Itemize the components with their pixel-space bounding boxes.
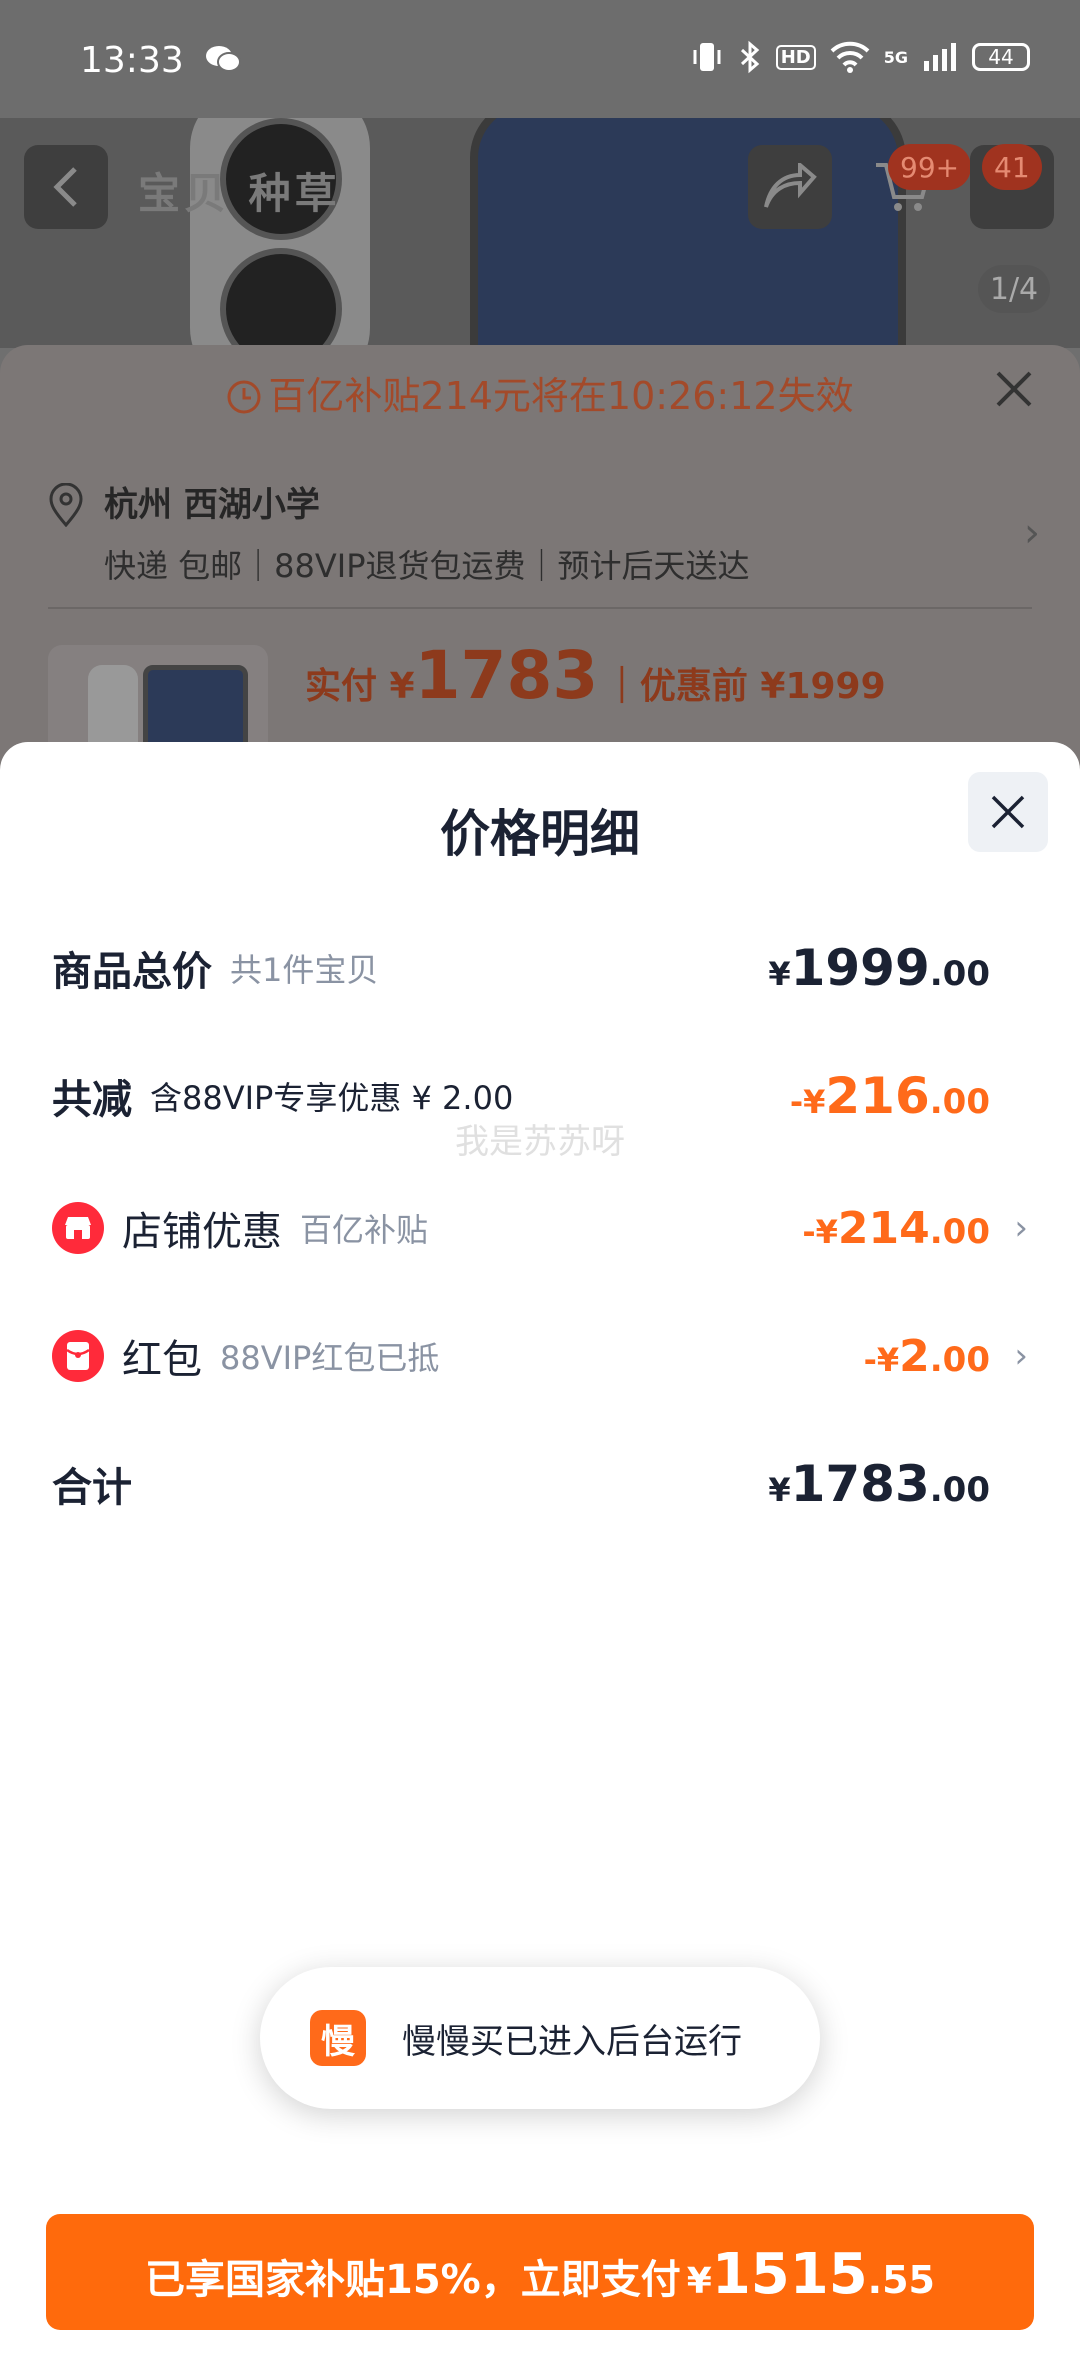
row-amount: ¥1999.00 <box>768 939 990 997</box>
pay-label: 实付 ¥ <box>305 666 415 707</box>
hd-icon: HD <box>775 44 816 70</box>
chevron-right-icon: › <box>1014 1336 1028 1376</box>
price-row-total-discount: 共减 含88VIP专享优惠 ¥ 2.00 - ¥216.00 <box>52 1066 1028 1126</box>
row-label: 共减 <box>52 1077 132 1123</box>
divider <box>48 607 1032 609</box>
network-type: 5G <box>883 47 908 67</box>
sheet-close-button[interactable] <box>968 772 1048 852</box>
row-amount: - ¥216.00 <box>789 1067 990 1125</box>
price-row-red-packet[interactable]: 红包 88VIP红包已抵 - ¥2.00 › <box>52 1326 1028 1386</box>
wechat-icon <box>206 46 241 72</box>
row-label: 红包 <box>122 1337 202 1383</box>
pay-amount: 1783 <box>414 637 599 714</box>
back-arrow-icon <box>53 167 77 207</box>
row-label: 商品总价 <box>52 949 212 995</box>
row-sublabel: 88VIP红包已抵 <box>220 1339 440 1377</box>
row-sublabel: 百亿补贴 <box>300 1211 429 1249</box>
pay-button-amount: 1515 <box>711 2242 868 2307</box>
before-discount: ｜优惠前 ¥1999 <box>603 666 886 707</box>
row-amount: - ¥2.00 <box>863 1330 990 1382</box>
share-icon <box>764 163 817 208</box>
row-amount: ¥1783.00 <box>768 1455 990 1513</box>
store-icon <box>52 1202 104 1254</box>
back-button[interactable] <box>24 145 108 229</box>
order-card: 百亿补贴214元将在10:26:12失效 杭州 西湖小学 快递 包邮｜88VIP… <box>0 345 1080 815</box>
product-phone-image <box>470 118 906 348</box>
vibrate-icon <box>693 43 721 71</box>
pay-now-button[interactable]: 已享国家补贴15%，立即支付 ¥ 1515 .55 <box>46 2214 1034 2330</box>
location-pin-icon <box>49 483 83 527</box>
price-detail-sheet: 价格明细 我是苏苏呀 商品总价 共1件宝贝 ¥1999.00 共减 含88VIP… <box>0 742 1080 2376</box>
product-camera-image <box>190 118 370 348</box>
row-label: 合计 <box>52 1465 132 1511</box>
status-bar: 13:33 HD 5G 44 <box>0 0 1080 118</box>
clock-icon <box>227 380 261 414</box>
row-sublabel: 共1件宝贝 <box>230 951 379 989</box>
delivery-info: 快递 包邮｜88VIP退货包运费｜预计后天送达 <box>104 547 750 585</box>
chevron-right-icon: › <box>1024 510 1040 556</box>
banner-close-icon[interactable] <box>992 367 1036 411</box>
background-run-toast: 慢 慢慢买已进入后台运行 <box>260 1967 820 2109</box>
price-row-store-discount[interactable]: 店铺优惠 百亿补贴 - ¥214.00 › <box>52 1198 1028 1258</box>
red-packet-icon <box>52 1330 104 1382</box>
nav-tabs[interactable]: 宝贝 种草 <box>138 160 341 221</box>
signal-icon <box>924 43 956 71</box>
status-time: 13:33 <box>80 40 184 81</box>
subsidy-countdown-banner: 百亿补贴214元将在10:26:12失效 <box>0 365 1080 420</box>
wifi-icon <box>830 41 870 73</box>
row-sublabel: 含88VIP专享优惠 ¥ 2.00 <box>150 1079 514 1117</box>
bluetooth-icon <box>740 40 759 74</box>
toast-message: 慢慢买已进入后台运行 <box>402 2021 742 2062</box>
pay-button-label: 已享国家补贴15%，立即支付 <box>145 2257 681 2303</box>
price-row-subtotal: 商品总价 共1件宝贝 ¥1999.00 <box>52 938 1028 998</box>
sheet-title: 价格明细 <box>440 805 640 863</box>
pay-button-currency: ¥ <box>686 2261 712 2302</box>
pay-summary: 实付 ¥1783 ｜优惠前 ¥1999 <box>305 637 886 714</box>
address-title[interactable]: 杭州 西湖小学 <box>104 477 320 526</box>
image-pager: 1/4 <box>978 265 1050 313</box>
cart-badge: 99+ <box>888 144 972 190</box>
battery-icon: 44 <box>972 43 1030 71</box>
row-amount: - ¥214.00 <box>802 1202 990 1254</box>
message-badge: 41 <box>982 144 1042 190</box>
row-label: 店铺优惠 <box>122 1209 282 1255</box>
price-row-grand-total: 合计 ¥1783.00 <box>52 1454 1028 1514</box>
chevron-right-icon: › <box>1014 1208 1028 1248</box>
pay-button-decimal: .55 <box>867 2258 935 2302</box>
share-button[interactable] <box>748 145 832 229</box>
close-icon <box>991 795 1025 829</box>
manmanmai-app-icon: 慢 <box>310 2010 366 2066</box>
